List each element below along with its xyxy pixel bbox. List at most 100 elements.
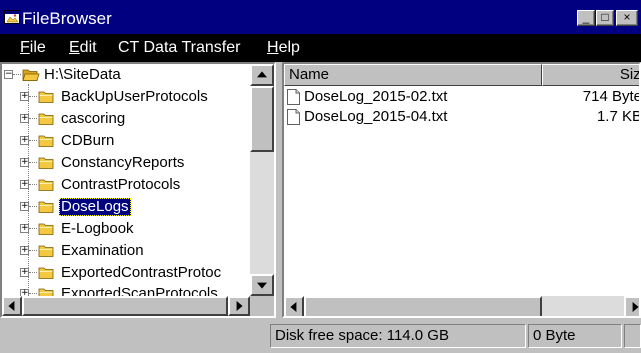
menu-edit-mnemonic: E <box>69 39 80 56</box>
collapse-icon[interactable]: − <box>4 70 13 79</box>
maximize-button[interactable]: □ <box>596 10 614 26</box>
expand-icon[interactable]: + <box>20 246 29 255</box>
folder-icon <box>38 91 54 103</box>
menu-file[interactable]: File <box>20 38 46 58</box>
folder-icon <box>38 179 54 191</box>
tree-item-label: cascoring <box>61 110 126 127</box>
menu-file-label: ile <box>29 39 46 56</box>
menu-file-mnemonic: F <box>20 39 30 56</box>
scroll-thumb[interactable] <box>250 86 274 152</box>
disk-free-text: Disk free space: 114.0 GB <box>275 327 449 344</box>
menu-ct-data-transfer[interactable]: CT Data Transfer <box>118 38 240 58</box>
status-bar: Disk free space: 114.0 GB 0 Byte <box>0 318 641 353</box>
arrow-right-icon <box>632 302 639 312</box>
tree-item-e-logbook[interactable]: + E-Logbook <box>2 218 250 240</box>
minimize-button[interactable]: _ <box>577 10 595 26</box>
scroll-up-button[interactable] <box>250 64 274 86</box>
tree-horizontal-scrollbar[interactable] <box>2 296 250 316</box>
folder-icon <box>38 245 54 257</box>
folder-icon <box>38 267 54 279</box>
folder-tree[interactable]: − H:\SiteData + BackUpUserProtocols + ca… <box>2 64 250 296</box>
expand-icon[interactable]: + <box>20 202 29 211</box>
menu-help-mnemonic: H <box>267 39 279 56</box>
tree-item-examination[interactable]: + Examination <box>2 240 250 262</box>
scroll-thumb[interactable] <box>304 296 542 316</box>
expand-icon[interactable]: + <box>20 114 29 123</box>
open-folder-icon <box>22 69 40 81</box>
expand-icon[interactable]: + <box>20 158 29 167</box>
expand-icon[interactable]: + <box>20 268 29 277</box>
tree-connector <box>29 250 37 251</box>
tree-connector <box>29 140 37 141</box>
filebrowser-app-icon <box>4 10 20 24</box>
tree-item-cdburn[interactable]: + CDBurn <box>2 130 250 152</box>
folder-icon <box>38 135 54 147</box>
expand-icon[interactable]: + <box>20 92 29 101</box>
minimize-icon: _ <box>582 10 590 24</box>
tree-item-label: Examination <box>61 242 144 259</box>
file-row[interactable]: DoseLog_2015-04.txt 1.7 KB <box>284 107 641 127</box>
scroll-right-button[interactable] <box>624 296 639 316</box>
tree-connector <box>29 272 37 273</box>
expand-icon[interactable]: + <box>20 180 29 189</box>
tree-item-label: ExportedContrastProtoc <box>61 264 222 281</box>
status-cell-end <box>624 324 641 348</box>
tree-connector <box>29 162 37 163</box>
tree-item-label: BackUpUserProtocols <box>61 88 208 105</box>
window-title: FileBrowser <box>22 9 112 28</box>
folder-tree-pane[interactable]: − H:\SiteData + BackUpUserProtocols + ca… <box>0 62 276 318</box>
tree-item-backupuserprotocols[interactable]: + BackUpUserProtocols <box>2 86 250 108</box>
tree-root-label: H:\SiteData <box>44 66 121 83</box>
arrow-up-icon <box>257 71 267 78</box>
tree-item-label-selected: DoseLogs <box>59 198 131 216</box>
menu-edit[interactable]: Edit <box>69 38 97 58</box>
scroll-left-button[interactable] <box>284 296 304 316</box>
menu-help[interactable]: Help <box>267 38 300 58</box>
folder-icon <box>38 223 54 235</box>
tree-item-label: ConstancyReports <box>61 154 185 171</box>
selection-size-text: 0 Byte <box>533 327 576 344</box>
tree-connector <box>29 96 37 97</box>
file-row[interactable]: DoseLog_2015-02.txt 714 Byte <box>284 87 639 107</box>
column-header-name-label: Name <box>289 66 330 83</box>
title-bar[interactable]: FileBrowser _ □ × <box>0 0 641 34</box>
expand-icon[interactable]: + <box>20 289 29 296</box>
folder-icon <box>38 113 54 125</box>
tree-item-constancyreports[interactable]: + ConstancyReports <box>2 152 250 174</box>
menu-help-label: elp <box>278 39 300 56</box>
tree-item-cascoring[interactable]: + cascoring <box>2 108 250 130</box>
status-cell-empty <box>4 324 270 348</box>
scroll-left-button[interactable] <box>2 296 22 316</box>
column-header-name[interactable]: Name <box>284 64 542 86</box>
expand-icon[interactable]: + <box>20 224 29 233</box>
tree-connector <box>29 118 37 119</box>
file-list-pane[interactable]: Name Size DoseLog_2015-02.txt 714 Byte D… <box>282 62 641 318</box>
scroll-thumb[interactable] <box>22 296 228 316</box>
tree-connector <box>29 184 37 185</box>
menu-bar: File Edit CT Data Transfer Help <box>0 34 641 62</box>
menu-edit-label: dit <box>79 39 97 56</box>
file-size: 1.7 KB <box>596 108 641 125</box>
menu-ct-data-transfer-label: CT Data Transfer <box>118 39 241 56</box>
folder-icon <box>38 157 54 169</box>
tree-vertical-scrollbar[interactable] <box>250 64 274 296</box>
column-header-size[interactable]: Size <box>542 64 641 86</box>
folder-icon <box>38 288 54 296</box>
tree-root[interactable]: − H:\SiteData <box>2 64 250 86</box>
folder-icon <box>38 201 54 213</box>
expand-icon[interactable]: + <box>20 136 29 145</box>
status-selection-size: 0 Byte <box>528 324 622 348</box>
tree-item-exportedcontrastprotocols[interactable]: + ExportedContrastProtoc <box>2 262 250 284</box>
tree-item-label: ExportedScanProtocols <box>61 285 218 296</box>
scroll-right-button[interactable] <box>228 296 250 316</box>
scrollbar-corner <box>250 296 274 316</box>
tree-item-exportedscanprotocols[interactable]: + ExportedScanProtocols <box>2 283 250 296</box>
tree-item-contrastprotocols[interactable]: + ContrastProtocols <box>2 174 250 196</box>
tree-item-doselogs[interactable]: + DoseLogs <box>2 196 250 218</box>
tree-item-label: CDBurn <box>61 132 115 149</box>
file-list-horizontal-scrollbar[interactable] <box>284 296 639 316</box>
scroll-down-button[interactable] <box>250 274 274 296</box>
column-header-size-label: Size <box>619 66 641 83</box>
close-button[interactable]: × <box>616 10 638 26</box>
tree-item-label: ContrastProtocols <box>61 176 181 193</box>
